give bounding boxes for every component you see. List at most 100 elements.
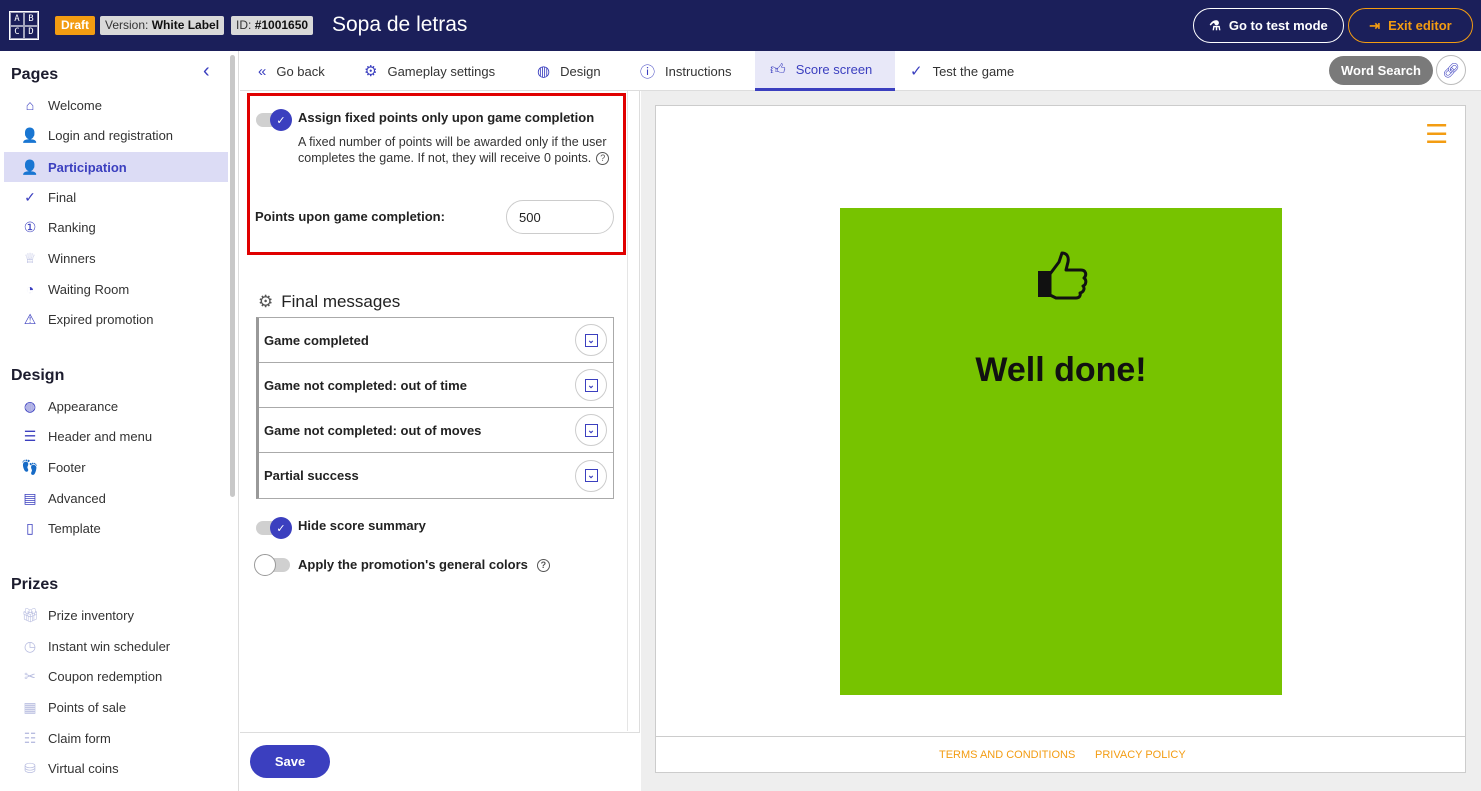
- id-value: #1001650: [254, 18, 309, 32]
- panel-scrollbar[interactable]: [627, 91, 628, 731]
- sidebar-item-coupon[interactable]: ✂ Coupon redemption: [4, 661, 228, 691]
- final-message-row[interactable]: Game not completed: out of moves ⌄: [259, 408, 613, 453]
- tab-design[interactable]: ◍ Design: [537, 51, 601, 91]
- final-message-label: Partial success: [264, 468, 359, 483]
- toggle-knob: [254, 554, 276, 576]
- save-button[interactable]: Save: [250, 745, 330, 778]
- sidebar-item-expired[interactable]: ⚠ Expired promotion: [4, 304, 228, 334]
- sidebar-item-final[interactable]: ✓ Final: [4, 182, 228, 212]
- sidebar-item-label: Welcome: [48, 97, 102, 113]
- tab-score-screen[interactable]: 👍︎ Score screen: [755, 51, 895, 91]
- coupon-icon: ✂: [24, 667, 36, 684]
- final-message-label: Game not completed: out of time: [264, 377, 467, 393]
- check-icon: ✓: [24, 188, 36, 205]
- assign-points-toggle[interactable]: ✓: [256, 109, 292, 131]
- chevron-down-icon: ⌄: [584, 423, 598, 437]
- tab-go-back[interactable]: « Go back: [258, 51, 325, 91]
- tab-label: Test the game: [932, 63, 1015, 79]
- sidebar-item-winners[interactable]: ♕ Winners: [4, 243, 228, 273]
- editor-tabs: « Go back ⚙ Gameplay settings ◍ Design ⓘ Ins…: [240, 51, 1481, 91]
- sidebar-item-virtual-coins[interactable]: ⛁ Virtual coins: [4, 753, 228, 783]
- chevron-down-icon: ⌄: [584, 469, 598, 482]
- help-icon[interactable]: ?: [536, 559, 550, 573]
- gear-icon: ⚙: [258, 292, 274, 311]
- sidebar-item-label: Template: [48, 520, 101, 536]
- help-icon[interactable]: ?: [596, 152, 610, 166]
- app-logo[interactable]: A B C D: [9, 11, 39, 40]
- chevron-down-icon: ⌄: [584, 378, 598, 392]
- store-icon: ▦: [23, 698, 37, 715]
- final-message-label: Game not completed: out of moves: [264, 422, 482, 438]
- tab-label: Gameplay settings: [387, 63, 496, 79]
- sidebar-item-footer[interactable]: 👣 Footer: [4, 452, 228, 482]
- top-bar: A B C D Draft Version: White Label ID: #…: [0, 0, 1481, 51]
- final-message-row[interactable]: Partial success ⌄: [259, 453, 613, 498]
- tab-instructions[interactable]: ⓘ Instructions: [640, 51, 732, 91]
- version-value: White Label: [151, 18, 220, 32]
- sidebar-item-instant-win[interactable]: ◷ Instant win scheduler: [4, 631, 228, 661]
- sidebar-item-login[interactable]: 👤 Login and registration: [4, 120, 228, 150]
- sidebar-item-header-menu[interactable]: ☰ Header and menu: [4, 421, 228, 451]
- menu-icon: ☰: [23, 427, 37, 444]
- settings-panel: ✓ Assign fixed points only upon game com…: [240, 91, 640, 791]
- check-icon: ✓: [270, 109, 292, 131]
- final-message-row[interactable]: Game not completed: out of time ⌄: [259, 363, 613, 408]
- sidebar-item-ranking[interactable]: ① Ranking: [4, 212, 228, 242]
- test-mode-label: Go to test mode: [1228, 18, 1328, 33]
- draft-badge: Draft: [55, 16, 96, 35]
- gift-icon: 🎁︎: [21, 606, 39, 623]
- gear-icon: ⚙: [364, 63, 378, 80]
- general-colors-label: Apply the promotion's general colors?: [298, 557, 550, 573]
- page-title: Sopa de letras: [332, 13, 468, 36]
- file-icon: ▯: [26, 519, 34, 536]
- code-icon: ▤: [23, 489, 37, 506]
- sidebar-item-appearance[interactable]: ◍ Appearance: [4, 391, 228, 421]
- expand-button[interactable]: ⌄: [575, 459, 607, 492]
- terms-link[interactable]: TERMS AND CONDITIONS: [939, 749, 1075, 761]
- sidebar-item-label: Participation: [48, 159, 127, 175]
- privacy-link[interactable]: PRIVACY POLICY: [1095, 749, 1186, 761]
- test-mode-button[interactable]: ⚗ Go to test mode: [1193, 8, 1344, 43]
- form-icon: ☷: [23, 729, 37, 746]
- gauge-icon: ◔: [25, 281, 35, 297]
- sidebar-item-claim-form[interactable]: ☷ Claim form: [4, 723, 228, 753]
- sidebar-item-points-of-sale[interactable]: ▦ Points of sale: [4, 692, 228, 722]
- sidebar-item-participation[interactable]: 👤 Participation: [4, 152, 228, 182]
- sidebar-item-label: Footer: [48, 459, 86, 475]
- expand-button[interactable]: ⌄: [575, 369, 607, 401]
- save-bar: Save: [240, 732, 640, 791]
- sidebar-item-waiting-room[interactable]: ◔ Waiting Room: [4, 274, 228, 304]
- sidebar-item-welcome[interactable]: ⌂ Welcome: [4, 90, 228, 120]
- thumbs-up-icon: 👍︎: [770, 60, 786, 78]
- sidebar-item-advanced[interactable]: ▤ Advanced: [4, 483, 228, 513]
- sidebar-item-label: Waiting Room: [48, 281, 130, 297]
- palette-icon: ◍: [23, 397, 37, 414]
- tab-gameplay-settings[interactable]: ⚙ Gameplay settings: [364, 51, 495, 91]
- hide-summary-label: Hide score summary: [298, 518, 426, 533]
- sidebar: ‹ Pages ⌂ Welcome 👤 Login and registration…: [0, 51, 239, 791]
- points-input[interactable]: [506, 200, 614, 234]
- final-message-row[interactable]: Game completed ⌄: [259, 318, 613, 363]
- chevron-down-icon: ⌄: [584, 333, 598, 347]
- tab-test-game[interactable]: ✓ Test the game: [910, 51, 1014, 91]
- exit-editor-button[interactable]: ⇥ Exit editor: [1348, 8, 1473, 43]
- expand-button[interactable]: ⌄: [575, 414, 607, 446]
- expand-button[interactable]: ⌄: [575, 324, 607, 356]
- hamburger-menu-icon[interactable]: ☰: [1425, 121, 1448, 147]
- sidebar-item-template[interactable]: ▯ Template: [4, 513, 228, 543]
- game-preview: ☰ Well done! TERMS AND CONDITIONS PRIVAC…: [655, 105, 1466, 773]
- sidebar-scrollbar[interactable]: [230, 55, 235, 497]
- hide-summary-toggle[interactable]: ✓: [256, 517, 292, 539]
- sidebar-item-label: Prize inventory: [48, 607, 134, 623]
- sidebar-item-label: Appearance: [48, 398, 119, 414]
- sidebar-item-label: Expired promotion: [48, 311, 154, 327]
- tab-label: Go back: [276, 63, 325, 79]
- flask-icon: ⚗: [1209, 17, 1221, 33]
- link-icon[interactable]: 🔗︎: [1436, 55, 1466, 85]
- sidebar-item-prize-inventory[interactable]: 🎁︎ Prize inventory: [4, 600, 228, 630]
- logo-letter: A: [10, 12, 24, 26]
- assign-points-label: Assign fixed points only upon game compl…: [298, 110, 595, 125]
- general-colors-toggle[interactable]: [254, 554, 290, 576]
- version-label: Version:: [105, 18, 149, 32]
- collapse-sidebar-icon[interactable]: ‹: [203, 60, 210, 83]
